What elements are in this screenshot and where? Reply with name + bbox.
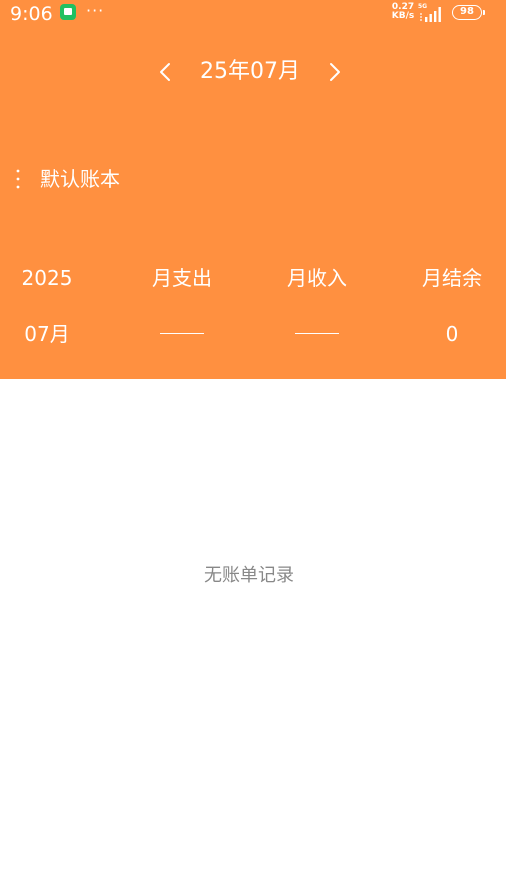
- summary-header-row: 2025 月支出 月收入 月结余: [0, 258, 506, 298]
- battery-icon: 98: [452, 5, 482, 20]
- summary-year[interactable]: 2025: [14, 258, 80, 298]
- signal-icon: [420, 7, 441, 22]
- account-book-selector[interactable]: 默认账本: [10, 162, 160, 196]
- network-speed-unit: KB/s: [391, 11, 415, 21]
- network-speed: 0.27 KB/s: [390, 3, 416, 21]
- month-navigator: 25年07月: [150, 52, 350, 92]
- app-root: 9:06 ··· 0.27 KB/s 5G 98 25年07月 默认账本 202…: [0, 0, 506, 890]
- summary-month[interactable]: 07月: [14, 314, 80, 354]
- summary-value-row: 07月 0: [0, 314, 506, 354]
- account-book-name: 默认账本: [40, 167, 120, 191]
- monthly-summary: 2025 月支出 月收入 月结余 07月 0: [0, 258, 506, 354]
- battery-tip: [483, 10, 485, 15]
- status-bar: 9:06 ··· 0.27 KB/s 5G 98: [0, 0, 506, 28]
- month-title[interactable]: 25年07月: [194, 56, 306, 88]
- empty-state-message: 无账单记录: [204, 565, 294, 586]
- battery-level: 98: [460, 6, 474, 17]
- income-header: 月收入: [287, 266, 347, 290]
- expense-value: [134, 314, 230, 354]
- income-empty-dash: [268, 314, 366, 354]
- expense-header: 月支出: [152, 266, 212, 290]
- income-value: [268, 314, 366, 354]
- more-vertical-icon: [16, 169, 20, 189]
- notification-app-icon: [60, 4, 76, 20]
- status-time: 9:06: [10, 3, 53, 25]
- more-notifications-icon: ···: [86, 1, 105, 20]
- expense-empty-dash: [134, 314, 230, 354]
- header-panel: 9:06 ··· 0.27 KB/s 5G 98 25年07月 默认账本 202…: [0, 0, 506, 379]
- chevron-left-icon[interactable]: [154, 60, 178, 84]
- balance-value: 0: [445, 322, 459, 346]
- balance-header: 月结余: [422, 266, 482, 290]
- chevron-right-icon[interactable]: [322, 60, 346, 84]
